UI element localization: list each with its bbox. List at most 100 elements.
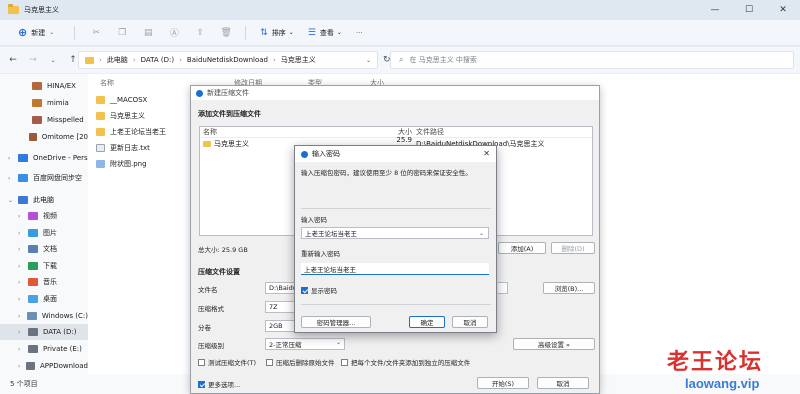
level-select[interactable]: 2-正常压缩 — [265, 338, 345, 350]
delete-source-checkbox[interactable]: 压缩后删除原始文件 — [266, 357, 335, 367]
sidebar-item[interactable]: › OneDrive - Pers — [0, 150, 88, 166]
sidebar-item[interactable]: Misspelled — [0, 112, 88, 128]
cut-icon[interactable]: ✂ — [91, 28, 101, 38]
sidebar-item[interactable]: Omitome [20 — [0, 129, 88, 145]
checkbox[interactable] — [198, 380, 205, 388]
checkbox-label: 压缩后删除原始文件 — [276, 359, 335, 367]
rename-icon[interactable]: Ⓐ — [169, 28, 179, 39]
delete-button[interactable]: 删除(D) — [551, 242, 595, 254]
expand-chevron-icon[interactable]: › — [8, 175, 18, 182]
ok-button[interactable]: 确定 — [409, 316, 445, 328]
section-title: 压缩文件设置 — [198, 268, 240, 276]
show-password-checkbox[interactable]: 显示密码 — [301, 285, 337, 295]
expand-chevron-icon[interactable]: › — [18, 313, 27, 320]
paste-icon[interactable]: ▤ — [143, 28, 153, 38]
cancel-button[interactable]: 取消 — [452, 316, 488, 328]
breadcrumb-item[interactable]: 此电脑 — [107, 55, 128, 65]
filename-input[interactable]: D:\Baidu — [265, 282, 295, 294]
sidebar-item[interactable]: ⌄ 此电脑 — [0, 192, 88, 208]
list-item[interactable]: 马克思主义 — [96, 108, 145, 124]
expand-chevron-icon[interactable]: › — [18, 279, 28, 286]
breadcrumb-item[interactable]: 马克思主义 — [281, 55, 316, 65]
close-icon[interactable]: ✕ — [483, 149, 490, 158]
sidebar-item[interactable]: › 音乐 — [0, 274, 88, 290]
sidebar-item[interactable]: › 文档 — [0, 241, 88, 257]
expand-chevron-icon[interactable]: ⌄ — [8, 197, 18, 204]
more-button[interactable]: ··· — [356, 29, 363, 37]
password-manager-button[interactable]: 密码管理器... — [301, 316, 371, 328]
divider — [245, 25, 247, 40]
back-icon[interactable]: ← — [6, 55, 20, 65]
separate-archives-checkbox[interactable]: 把每个文件/文件夹添加到独立的压缩文件 — [341, 357, 470, 367]
sidebar-item[interactable]: › 图片 — [0, 225, 88, 241]
password-value: 上老王论坛当老王 — [305, 230, 357, 238]
sidebar-item[interactable]: mimia — [0, 95, 88, 111]
share-icon[interactable]: ⇪ — [195, 28, 205, 38]
chevron-down-icon[interactable]: ⌄ — [336, 339, 341, 346]
new-button[interactable]: ⊕ 新建 ⌄ — [12, 24, 60, 41]
chevron-down-icon[interactable]: ⌄ — [366, 57, 371, 64]
split-select[interactable]: 2GB — [265, 320, 295, 332]
checkbox[interactable] — [198, 358, 205, 366]
close-button[interactable]: ✕ — [766, 0, 800, 20]
sidebar-item[interactable]: › APPDownload — [0, 358, 88, 374]
delete-icon[interactable]: 🗑 — [221, 28, 232, 38]
checkbox[interactable] — [341, 358, 348, 366]
list-item[interactable]: 更新日志.txt — [96, 140, 150, 156]
expand-chevron-icon[interactable]: › — [18, 329, 28, 336]
more-options-checkbox[interactable]: 更多选项... — [198, 379, 240, 389]
sidebar-item[interactable]: › 视频 — [0, 208, 88, 224]
list-item[interactable]: 上老王论坛当老王 — [96, 124, 166, 140]
breadcrumb-item[interactable]: BaiduNetdiskDownload — [187, 56, 268, 64]
dialog-title: 输入密码 — [312, 150, 340, 158]
sidebar-item[interactable]: › Windows (C:) — [0, 308, 88, 324]
expand-chevron-icon[interactable]: › — [18, 246, 28, 253]
sidebar-item[interactable]: › 桌面 — [0, 291, 88, 307]
list-item[interactable]: 附状图.png — [96, 156, 147, 172]
forward-icon[interactable]: → — [26, 55, 40, 65]
list-item[interactable]: __MACOSX — [96, 92, 147, 108]
view-button[interactable]: ☰ 查看 ⌄ — [308, 28, 342, 38]
minimize-button[interactable]: — — [698, 0, 732, 20]
sidebar-item-label: 此电脑 — [33, 196, 54, 204]
add-button[interactable]: 添加(A) — [498, 242, 546, 254]
test-archive-checkbox[interactable]: 测试压缩文件(T) — [198, 357, 256, 367]
expand-chevron-icon[interactable]: › — [18, 213, 28, 220]
breadcrumb-item[interactable]: DATA (D:) — [141, 56, 174, 64]
sidebar-item-label: 图片 — [43, 229, 57, 237]
copy-icon[interactable]: ❐ — [117, 28, 127, 38]
recent-chevron-icon[interactable]: ⌄ — [46, 57, 60, 64]
expand-chevron-icon[interactable]: › — [8, 155, 18, 162]
format-select[interactable]: 7Z — [265, 301, 295, 313]
chevron-down-icon: ⌄ — [336, 29, 342, 36]
password-input[interactable]: 上老王论坛当老王 ⌄ — [301, 227, 489, 239]
divider — [74, 25, 76, 40]
checkbox[interactable] — [266, 358, 273, 366]
sidebar-item[interactable]: › Private (E:) — [0, 341, 88, 357]
search-input[interactable]: ⌕ 在 马克思主义 中搜索 — [390, 51, 794, 69]
sidebar-item-label: 视频 — [43, 212, 57, 220]
sidebar-item[interactable]: HINA/EX — [0, 78, 88, 94]
repeat-password-input[interactable]: 上老王论坛当老王 — [301, 263, 489, 275]
expand-chevron-icon[interactable]: › — [18, 363, 26, 370]
watermark-url: laowang.vip — [685, 376, 760, 391]
expand-chevron-icon[interactable]: › — [18, 346, 28, 353]
advanced-settings-button[interactable]: 高级设置 » — [513, 338, 595, 350]
sort-button[interactable]: ⇅ 排序 ⌄ — [260, 28, 294, 38]
breadcrumb[interactable]: › 此电脑 › DATA (D:) › BaiduNetdiskDownload… — [78, 51, 378, 69]
start-button[interactable]: 开始(S) — [477, 377, 529, 389]
chevron-down-icon[interactable]: ⌄ — [479, 230, 484, 237]
sidebar-item[interactable]: › 下载 — [0, 258, 88, 274]
expand-chevron-icon[interactable]: › — [18, 263, 28, 270]
browse-button[interactable]: 浏览(B)... — [543, 282, 595, 294]
checkbox[interactable] — [301, 286, 308, 294]
folder-icon — [28, 229, 38, 237]
filename-input-tail[interactable] — [498, 282, 508, 294]
maximize-button[interactable]: ☐ — [732, 0, 766, 20]
sidebar-item[interactable]: › DATA (D:) — [0, 324, 88, 340]
expand-chevron-icon[interactable]: › — [18, 296, 28, 303]
expand-chevron-icon[interactable]: › — [18, 230, 28, 237]
window-controls: — ☐ ✕ — [698, 0, 800, 20]
sidebar-item[interactable]: › 百度网盘同步空 — [0, 170, 88, 186]
cancel-button[interactable]: 取消 — [537, 377, 589, 389]
